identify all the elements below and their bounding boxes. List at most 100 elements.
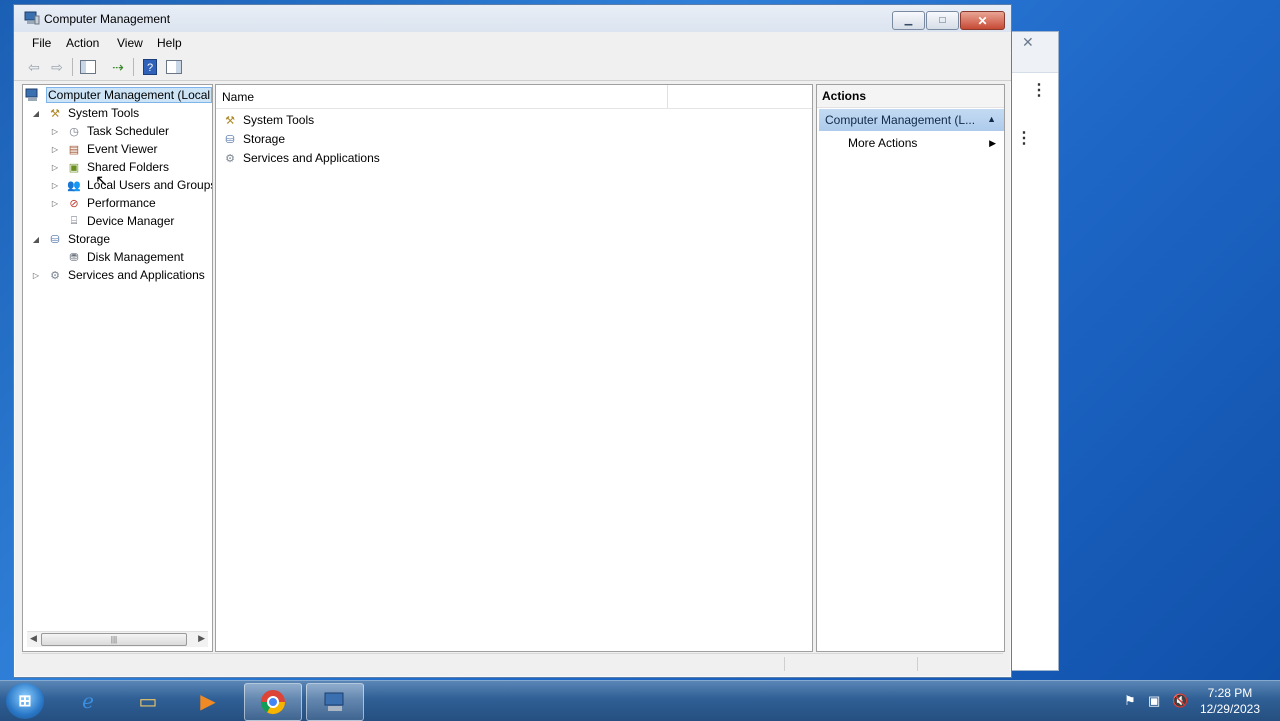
storage-icon: ⛁ — [50, 233, 60, 246]
start-button[interactable]: ⊞ — [6, 683, 44, 719]
kebab-menu-icon[interactable]: ⋮ — [1016, 131, 1032, 147]
menu-help[interactable]: Help — [157, 36, 182, 50]
submenu-arrow-icon[interactable]: ▶ — [989, 138, 996, 149]
menu-action[interactable]: Action — [66, 36, 99, 50]
export-list-icon[interactable]: ⇢ — [108, 57, 128, 77]
expand-arrow-icon[interactable]: ▷ — [50, 127, 60, 136]
actions-pane: Actions Computer Management (L... ▲ More… — [816, 84, 1005, 652]
tools-icon: ⚒ — [225, 114, 235, 127]
computer-management-icon — [24, 11, 40, 25]
storage-icon: ⛁ — [225, 133, 235, 146]
tree-item-root[interactable]: Computer Management (Local — [25, 86, 212, 104]
clock-date: 12/29/2023 — [1199, 702, 1260, 716]
tree-label: Performance — [87, 196, 156, 210]
event-viewer-icon: ▤ — [68, 143, 80, 156]
close-button[interactable]: ✕ — [960, 11, 1005, 30]
action-center-flag-icon[interactable]: ⚑ — [1124, 693, 1136, 709]
column-divider[interactable] — [667, 85, 668, 108]
computer-management-taskbar-icon[interactable] — [306, 683, 364, 721]
services-icon: ⚙ — [225, 152, 235, 165]
shared-folder-icon: ▣ — [68, 161, 80, 174]
title-bar[interactable]: Computer Management ▁ □ ✕ — [14, 5, 1011, 32]
minimize-button[interactable]: ▁ — [892, 11, 925, 30]
back-arrow-icon[interactable]: ⇦ — [24, 57, 44, 77]
list-item-label: Services and Applications — [243, 151, 380, 165]
tree-item-services-applications[interactable]: ▷ ⚙ Services and Applications — [31, 266, 205, 284]
system-clock[interactable]: 7:28 PM 12/29/2023 — [1200, 685, 1260, 717]
internet-explorer-taskbar-icon[interactable]: ℯ — [60, 683, 116, 719]
maximize-button[interactable]: □ — [926, 11, 959, 30]
tree-item-local-users-groups[interactable]: ▷ 👥 Local Users and Groups — [50, 176, 212, 194]
tree-label: System Tools — [68, 106, 140, 120]
services-icon: ⚙ — [50, 269, 60, 282]
collapse-arrow-icon[interactable]: ◢ — [31, 109, 41, 118]
tree-label: Services and Applications — [68, 268, 205, 282]
device-manager-icon: ⌸ — [70, 214, 78, 227]
tools-icon: ⚒ — [50, 107, 60, 120]
list-item[interactable]: ⚙ Services and Applications — [222, 149, 380, 167]
windows-logo-icon: ⊞ — [18, 693, 32, 710]
collapse-arrow-icon[interactable]: ◢ — [31, 235, 41, 244]
tree-label: Device Manager — [87, 214, 175, 228]
collapse-up-icon[interactable]: ▲ — [987, 114, 996, 124]
window-title: Computer Management — [44, 12, 171, 26]
disk-icon: ⛃ — [69, 251, 79, 264]
tree-item-shared-folders[interactable]: ▷ ▣ Shared Folders — [50, 158, 169, 176]
clock-icon: ◷ — [69, 125, 79, 138]
forward-arrow-icon[interactable]: ⇨ — [47, 57, 67, 77]
actions-section-label: Computer Management (L... — [825, 113, 976, 127]
performance-icon: ⊘ — [69, 197, 79, 210]
scrollbar-thumb[interactable]: ||| — [41, 633, 187, 646]
maximize-icon: □ — [939, 15, 946, 26]
menu-view[interactable]: View — [117, 36, 143, 50]
volume-muted-icon[interactable]: 🔇 — [1172, 693, 1188, 709]
media-player-taskbar-icon[interactable]: ▶ — [180, 683, 236, 719]
show-hide-action-pane-icon[interactable] — [164, 57, 184, 77]
chrome-taskbar-icon[interactable] — [244, 683, 302, 721]
tree-item-disk-management[interactable]: ⛃ Disk Management — [66, 248, 184, 266]
tree-label: Disk Management — [87, 250, 184, 264]
horizontal-scrollbar[interactable]: ◀ ||| ▶ — [27, 631, 208, 647]
users-icon: 👥 — [67, 179, 81, 192]
expand-arrow-icon[interactable]: ▷ — [50, 199, 60, 208]
toolbar: ⇦ ⇨ ⇢ ? — [14, 54, 1011, 81]
svg-text:?: ? — [147, 62, 153, 74]
actions-title: Actions — [822, 89, 867, 103]
scroll-left-icon[interactable]: ◀ — [30, 633, 37, 644]
results-pane: Name ⚒ System Tools ⛁ Storage ⚙ Services… — [215, 84, 813, 652]
actions-section-computer-management[interactable]: Computer Management (L... ▲ — [819, 109, 1004, 131]
close-icon[interactable]: ✕ — [1022, 34, 1034, 51]
more-actions-item[interactable]: More Actions — [848, 136, 917, 150]
menu-bar: File Action View Help — [14, 33, 1011, 53]
help-icon[interactable]: ? — [140, 57, 160, 77]
column-header[interactable]: Name — [216, 85, 812, 109]
tree-label: Event Viewer — [87, 142, 158, 156]
expand-arrow-icon[interactable]: ▷ — [31, 271, 41, 280]
background-window[interactable]: ✕ ⋮ ⋮ — [1012, 31, 1059, 671]
kebab-menu-icon[interactable]: ⋮ — [1031, 83, 1047, 99]
list-item[interactable]: ⚒ System Tools — [222, 111, 314, 129]
computer-management-window: Computer Management ▁ □ ✕ File Action Vi… — [13, 4, 1012, 678]
menu-file[interactable]: File — [32, 36, 51, 50]
tree-item-performance[interactable]: ▷ ⊘ Performance — [50, 194, 156, 212]
expand-arrow-icon[interactable]: ▷ — [50, 145, 60, 154]
network-icon[interactable]: ▣ — [1148, 693, 1160, 709]
tree-item-storage[interactable]: ◢ ⛁ Storage — [31, 230, 110, 248]
computer-management-icon — [25, 87, 41, 103]
scroll-right-icon[interactable]: ▶ — [198, 633, 205, 644]
list-item-label: System Tools — [243, 113, 315, 127]
tree-item-event-viewer[interactable]: ▷ ▤ Event Viewer — [50, 140, 158, 158]
mouse-cursor-icon: ↖ — [95, 173, 109, 190]
tree-label: Task Scheduler — [87, 124, 170, 138]
tree-item-task-scheduler[interactable]: ▷ ◷ Task Scheduler — [50, 122, 169, 140]
tree-item-system-tools[interactable]: ◢ ⚒ System Tools — [31, 104, 139, 122]
console-tree: Computer Management (Local ◢ ⚒ System To… — [22, 84, 213, 652]
column-name-header[interactable]: Name — [222, 90, 254, 104]
tree-item-device-manager[interactable]: ⌸ Device Manager — [66, 212, 175, 230]
taskbar: ⊞ ℯ ▭ ▶ ⚑ ▣ 🔇 7:28 PM 12/29/2023 — [0, 680, 1280, 721]
file-explorer-taskbar-icon[interactable]: ▭ — [120, 683, 176, 719]
expand-arrow-icon[interactable]: ▷ — [50, 181, 60, 190]
show-hide-console-tree-icon[interactable] — [78, 57, 98, 77]
list-item[interactable]: ⛁ Storage — [222, 130, 285, 148]
expand-arrow-icon[interactable]: ▷ — [50, 163, 60, 172]
